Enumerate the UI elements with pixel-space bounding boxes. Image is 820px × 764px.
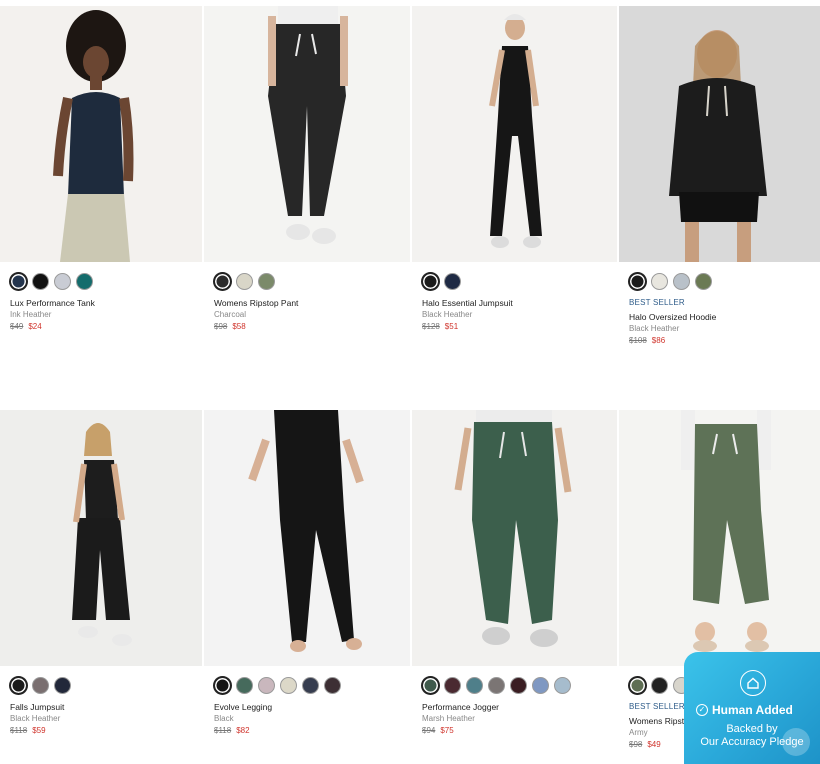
product-image[interactable]: [0, 6, 202, 262]
product-card[interactable]: Womens Ripstop Pant Charcoal $98 $58: [204, 6, 410, 331]
color-swatch[interactable]: [444, 676, 461, 694]
color-swatch[interactable]: [236, 676, 253, 694]
original-price: $118: [10, 726, 28, 735]
color-swatch[interactable]: [32, 272, 49, 290]
product-name[interactable]: Performance Jogger: [422, 702, 617, 712]
product-name[interactable]: Falls Jumpsuit: [10, 702, 202, 712]
human-added-title: Human Added: [712, 703, 793, 717]
color-swatch[interactable]: [422, 272, 439, 290]
product-price: $108 $86: [629, 336, 820, 345]
color-swatches: [214, 676, 410, 694]
color-swatch[interactable]: [214, 272, 231, 290]
color-swatch[interactable]: [510, 676, 527, 694]
sale-price: $51: [444, 322, 459, 331]
product-card[interactable]: Halo Essential Jumpsuit Black Heather $1…: [412, 6, 617, 331]
color-swatch[interactable]: [54, 676, 71, 694]
product-card[interactable]: Evolve Legging Black $118 $82: [204, 410, 410, 735]
sale-price: $75: [440, 726, 454, 735]
original-price: $98: [214, 322, 228, 331]
product-image[interactable]: [412, 6, 617, 262]
product-price: $98 $58: [214, 322, 410, 331]
color-swatches: [629, 272, 820, 290]
product-price: $118 $59: [10, 726, 202, 735]
product-color: Marsh Heather: [422, 714, 475, 723]
product-image[interactable]: [619, 6, 820, 262]
color-swatch[interactable]: [258, 272, 275, 290]
product-price: $118 $82: [214, 726, 410, 735]
product-color: Ink Heather: [10, 310, 52, 319]
color-swatch[interactable]: [32, 676, 49, 694]
color-swatch[interactable]: [444, 272, 461, 290]
color-swatch[interactable]: [651, 676, 668, 694]
original-price: $118: [214, 726, 232, 735]
product-image[interactable]: [412, 410, 617, 666]
color-swatch[interactable]: [466, 676, 483, 694]
sale-price: $82: [236, 726, 250, 735]
color-swatch[interactable]: [76, 272, 93, 290]
product-image[interactable]: [204, 410, 410, 666]
color-swatch[interactable]: [673, 272, 690, 290]
color-swatch[interactable]: [629, 676, 646, 694]
home-icon: [740, 670, 766, 696]
color-swatch[interactable]: [629, 272, 646, 290]
best-seller-badge: BEST SELLER: [629, 298, 685, 307]
color-swatch[interactable]: [280, 676, 297, 694]
product-card[interactable]: Performance Jogger Marsh Heather $94 $75: [412, 410, 617, 735]
product-color: Black: [214, 714, 234, 723]
product-name[interactable]: Halo Oversized Hoodie: [629, 312, 820, 322]
sale-price: $58: [232, 322, 246, 331]
product-price: $128 $51: [422, 322, 617, 331]
product-card[interactable]: Lux Performance Tank Ink Heather $49 $24: [0, 6, 202, 331]
product-name[interactable]: Evolve Legging: [214, 702, 410, 712]
product-grid: Lux Performance Tank Ink Heather $49 $24 …: [0, 0, 820, 764]
sale-price: $86: [651, 336, 666, 345]
color-swatch[interactable]: [324, 676, 341, 694]
sale-price: $49: [647, 740, 661, 749]
original-price: $128: [422, 322, 440, 331]
check-circle-icon: ✓: [696, 704, 708, 716]
product-image[interactable]: [204, 6, 410, 262]
color-swatch[interactable]: [651, 272, 668, 290]
product-color: Black Heather: [629, 324, 680, 333]
product-name[interactable]: Lux Performance Tank: [10, 298, 202, 308]
original-price: $98: [629, 740, 643, 749]
color-swatches: [422, 272, 617, 290]
product-color: Charcoal: [214, 310, 247, 319]
product-name[interactable]: Halo Essential Jumpsuit: [422, 298, 617, 308]
color-swatch[interactable]: [302, 676, 319, 694]
product-price: $49 $24: [10, 322, 202, 331]
color-swatch[interactable]: [422, 676, 439, 694]
product-color: Black Heather: [10, 714, 61, 723]
color-swatch[interactable]: [10, 676, 27, 694]
original-price: $108: [629, 336, 647, 345]
product-color: Black Heather: [422, 310, 473, 319]
original-price: $94: [422, 726, 436, 735]
color-swatch[interactable]: [695, 272, 712, 290]
color-swatch[interactable]: [236, 272, 253, 290]
product-name[interactable]: Womens Ripstop Pant: [214, 298, 410, 308]
product-image[interactable]: [619, 410, 820, 666]
original-price: $49: [10, 322, 24, 331]
color-swatches: [10, 676, 202, 694]
color-swatches: [10, 272, 202, 290]
color-swatch[interactable]: [10, 272, 27, 290]
color-swatch[interactable]: [54, 272, 71, 290]
accuracy-pledge-badge[interactable]: ✓ Human Added Backed by Our Accuracy Ple…: [684, 652, 820, 764]
product-card[interactable]: BEST SELLER Halo Oversized Hoodie Black …: [619, 6, 820, 345]
chat-icon[interactable]: [782, 728, 810, 756]
color-swatch[interactable]: [554, 676, 571, 694]
color-swatch[interactable]: [214, 676, 231, 694]
color-swatches: [422, 676, 617, 694]
sale-price: $24: [28, 322, 42, 331]
color-swatches: [214, 272, 410, 290]
product-image[interactable]: [0, 410, 202, 666]
sale-price: $59: [32, 726, 46, 735]
product-price: $94 $75: [422, 726, 617, 735]
color-swatch[interactable]: [488, 676, 505, 694]
color-swatch[interactable]: [258, 676, 275, 694]
product-card[interactable]: Falls Jumpsuit Black Heather $118 $59: [0, 410, 202, 735]
color-swatch[interactable]: [532, 676, 549, 694]
